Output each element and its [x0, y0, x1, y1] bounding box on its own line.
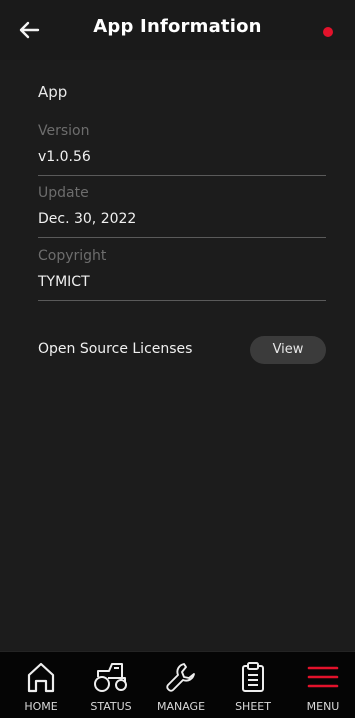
open-source-licenses-label: Open Source Licenses: [38, 341, 193, 357]
open-source-licenses-row: Open Source Licenses View: [38, 336, 326, 366]
section-title-app: App: [38, 83, 68, 101]
home-icon: [27, 662, 55, 693]
status-indicator-dot: [323, 27, 333, 37]
app-screen: App Information App Version v1.0.56 Upda…: [0, 0, 355, 718]
version-label: Version: [38, 123, 90, 139]
nav-item-home[interactable]: HOME: [6, 652, 76, 718]
bottom-navigation: HOME STATUS MANAGE SHEET MENU: [0, 651, 355, 718]
nav-label-menu: MENU: [306, 700, 340, 713]
nav-label-manage: MANAGE: [156, 700, 206, 713]
nav-item-status[interactable]: STATUS: [76, 652, 146, 718]
page-title: App Information: [93, 16, 262, 37]
hamburger-menu-icon: [307, 666, 339, 688]
update-label: Update: [38, 185, 89, 201]
update-field: Update Dec. 30, 2022: [38, 185, 326, 238]
copyright-label: Copyright: [38, 248, 107, 264]
nav-label-home: HOME: [24, 700, 58, 713]
nav-label-sheet: SHEET: [235, 700, 271, 713]
nav-item-sheet[interactable]: SHEET: [218, 652, 288, 718]
view-licenses-button[interactable]: View: [250, 336, 326, 364]
copyright-field: Copyright TYMICT: [38, 248, 326, 301]
version-field: Version v1.0.56: [38, 123, 326, 176]
nav-item-menu[interactable]: MENU: [288, 652, 355, 718]
tractor-icon: [94, 663, 127, 692]
update-value: Dec. 30, 2022: [38, 211, 137, 227]
version-value: v1.0.56: [38, 149, 91, 165]
nav-label-status: STATUS: [90, 700, 132, 713]
nav-item-manage[interactable]: MANAGE: [146, 652, 216, 718]
copyright-value: TYMICT: [38, 274, 90, 290]
top-bar: App Information: [0, 0, 355, 60]
wrench-icon: [166, 663, 195, 692]
clipboard-icon: [242, 662, 264, 692]
